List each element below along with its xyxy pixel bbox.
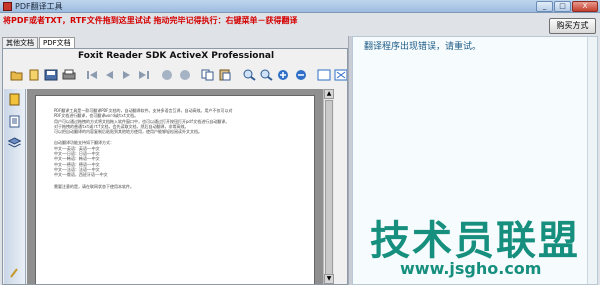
copy-icon[interactable] — [200, 68, 215, 82]
scroll-up-icon[interactable]: ▲ — [324, 89, 334, 99]
watermark-url: www.jsgho.com — [400, 259, 542, 278]
pages-icon[interactable] — [8, 93, 21, 106]
page-line: 需要注意的是，请在联网状态下使用本软件。 — [54, 183, 134, 189]
watermark-name: 技术员联盟 — [370, 218, 580, 264]
paste-icon[interactable] — [218, 68, 233, 82]
viewer-title: Foxit Reader SDK ActiveX Professional — [77, 51, 275, 61]
last-page-icon[interactable] — [136, 68, 151, 82]
first-page-icon[interactable] — [84, 68, 99, 82]
document-area: PDF翻译工具是一款可翻译PDF文档的，自动翻译软件。支持多语言互译，自动高效。… — [27, 89, 323, 284]
plus-icon[interactable] — [276, 68, 291, 82]
close-button[interactable]: X — [572, 1, 598, 12]
zoom-out-icon[interactable] — [258, 68, 273, 82]
print-icon[interactable] — [61, 68, 76, 82]
window-title: PDF翻译工具 — [15, 2, 63, 11]
drop-hint: 将PDF或者TXT，RTF文件拖到这里试试 拖动完毕记得执行：右键菜单－获得翻译 — [3, 16, 298, 25]
save-icon[interactable] — [44, 68, 59, 82]
page-line: 可以把自动翻译的内容复制后粘贴到其他地方使用，使用户能够轻松阅读外文文档。 — [54, 129, 202, 135]
viewer-toolbar — [3, 66, 347, 84]
open-icon[interactable] — [9, 68, 24, 82]
minimize-button[interactable]: _ — [536, 1, 553, 12]
maximize-button[interactable]: □ — [554, 1, 571, 12]
prev-page-icon[interactable] — [102, 68, 117, 82]
next-page-icon[interactable] — [119, 68, 134, 82]
tab-bar: 其他文档 PDF文档 — [2, 37, 76, 48]
scroll-thumb[interactable] — [325, 100, 333, 275]
zoom-in-icon[interactable] — [241, 68, 256, 82]
layers-icon[interactable] — [7, 137, 22, 150]
bookmark-icon[interactable] — [26, 68, 41, 82]
viewer-sidebar — [4, 89, 26, 284]
app-icon — [3, 2, 12, 11]
scroll-down-icon[interactable]: ▼ — [324, 274, 334, 284]
title-bar: PDF翻译工具 _ □ X — [0, 0, 600, 13]
buy-button[interactable]: 购买方式 — [549, 18, 596, 34]
tab-pdf-docs[interactable]: PDF文档 — [39, 37, 75, 48]
back-icon[interactable] — [160, 68, 175, 82]
pdf-page: PDF翻译工具是一款可翻译PDF文档的，自动翻译软件。支持多语言互译，自动高效。… — [35, 95, 315, 284]
attachment-icon[interactable] — [8, 267, 21, 280]
pdf-viewer: Foxit Reader SDK ActiveX Professional PD… — [2, 48, 348, 285]
viewer-scrollbar[interactable]: ▲ ▼ — [323, 89, 334, 284]
forward-icon[interactable] — [177, 68, 192, 82]
result-text: 翻译程序出现错误，请重试。 — [364, 42, 482, 52]
tab-other-docs[interactable]: 其他文档 — [2, 37, 38, 48]
actual-size-icon[interactable] — [316, 68, 331, 82]
minus-icon[interactable] — [293, 68, 308, 82]
result-scrollbar[interactable] — [587, 37, 597, 284]
fit-page-icon[interactable] — [334, 68, 347, 82]
bookmarks-icon[interactable] — [8, 115, 21, 128]
page-line: 中文——俄语，西班牙语——中文 — [54, 172, 108, 178]
